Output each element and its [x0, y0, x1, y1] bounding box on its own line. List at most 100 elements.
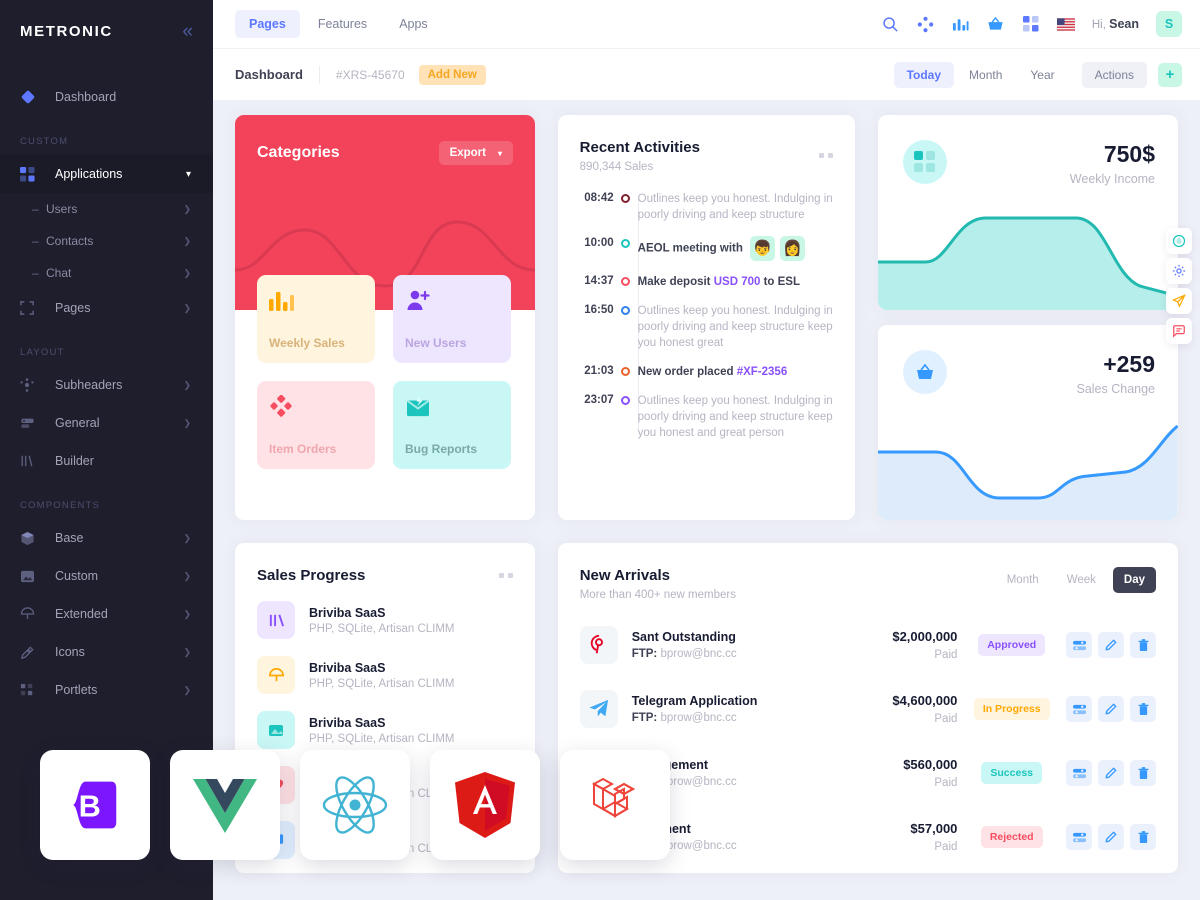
edit-icon[interactable] [1098, 696, 1124, 722]
sidebar-label: Users [46, 202, 78, 216]
sidebar-section-components: COMPONENTS [20, 500, 101, 511]
range-day[interactable]: Day [1112, 567, 1156, 593]
add-new-button[interactable]: Add New [418, 64, 486, 85]
tile-item-orders[interactable]: Item Orders [257, 381, 375, 469]
list-item[interactable]: Briviba SaaS PHP, SQLite, Artisan CLIMM [257, 601, 513, 639]
filter-month[interactable]: Month [956, 62, 1015, 88]
edit-icon[interactable] [1098, 632, 1124, 658]
sidebar-section-layout: LAYOUT [20, 347, 65, 358]
actions-button[interactable]: Actions [1081, 61, 1147, 88]
activity-item[interactable]: 21:03 New order placed #XF-2356 [580, 364, 834, 380]
row-actions [1066, 824, 1156, 850]
framework-card-react[interactable] [300, 750, 410, 860]
framework-card-vue[interactable] [170, 750, 280, 860]
framework-card-angular[interactable] [430, 750, 540, 860]
sidebar-item-custom[interactable]: Custom ❯ [0, 557, 213, 595]
settings-icon[interactable] [1066, 760, 1092, 786]
list-item[interactable]: Briviba SaaS PHP, SQLite, Artisan CLIMM [257, 711, 513, 749]
subheader-filters: Today Month Year Actions + [893, 61, 1182, 88]
tile-new-users[interactable]: New Users [393, 275, 511, 363]
activity-marker [614, 274, 638, 290]
delete-icon[interactable] [1130, 632, 1156, 658]
droplet-icon[interactable] [1166, 228, 1192, 254]
delete-icon[interactable] [1130, 760, 1156, 786]
framework-card-laravel[interactable] [560, 750, 670, 860]
settings-icon[interactable] [1066, 824, 1092, 850]
activity-link[interactable]: #XF-2356 [737, 366, 788, 378]
stat-value: +259 [1103, 351, 1156, 377]
table-row[interactable]: Telegram Application FTP: bprow@bnc.cc $… [579, 677, 1156, 741]
tile-label: Weekly Sales [269, 336, 345, 350]
edit-icon[interactable] [1098, 760, 1124, 786]
activity-marker [614, 303, 638, 351]
sidebar-item-dashboard[interactable]: Dashboard [0, 78, 213, 116]
sidebar-item-subheaders[interactable]: Subheaders ❯ [0, 366, 213, 404]
react-logo [322, 776, 388, 834]
activity-link[interactable]: USD 700 [714, 276, 761, 288]
chat-bubble-icon[interactable] [1166, 318, 1192, 344]
list-item[interactable]: Briviba SaaS PHP, SQLite, Artisan CLIMM [257, 656, 513, 694]
table-row[interactable]: Sant Outstanding FTP: bprow@bnc.cc $2,00… [579, 613, 1156, 677]
sidebar-label: Portlets [55, 683, 98, 697]
row-info: Sant Outstanding FTP: bprow@bnc.cc [632, 630, 829, 660]
status-badge: Rejected [980, 826, 1043, 848]
sidebar-collapse-icon[interactable]: « [182, 22, 193, 41]
sidebar-label: Pages [55, 301, 91, 315]
activity-item[interactable]: 08:42 Outlines keep you honest. Indulgin… [580, 191, 834, 223]
tile-bug-reports[interactable]: Bug Reports [393, 381, 511, 469]
activity-item[interactable]: 10:00 AEOL meeting with 👦 👩 [580, 236, 834, 261]
dots-icon[interactable] [819, 153, 834, 158]
edit-icon[interactable] [1098, 824, 1124, 850]
delete-icon[interactable] [1130, 824, 1156, 850]
tile-weekly-sales[interactable]: Weekly Sales [257, 275, 375, 363]
settings-icon[interactable] [1066, 696, 1092, 722]
gear-icon[interactable] [1166, 258, 1192, 284]
activity-item[interactable]: 14:37 Make deposit USD 700 to ESL [580, 274, 834, 290]
sidebar-nav: Dashboard CUSTOM Applications ▾ – Users … [0, 62, 213, 709]
export-button[interactable]: Export ▾ [438, 141, 513, 165]
range-week[interactable]: Week [1056, 567, 1107, 593]
sidebar-item-builder[interactable]: Builder [0, 442, 213, 480]
tab-features[interactable]: Features [304, 10, 381, 38]
sidebar-item-base[interactable]: Base ❯ [0, 519, 213, 557]
sidebar-item-chat[interactable]: – Chat ❯ [0, 257, 213, 289]
activity-text: Outlines keep you honest. Indulging in p… [637, 395, 833, 439]
filter-today[interactable]: Today [893, 61, 955, 88]
search-icon[interactable] [882, 15, 900, 33]
sidebar-item-portlets[interactable]: Portlets ❯ [0, 671, 213, 709]
sidebar-item-icons[interactable]: Icons ❯ [0, 633, 213, 671]
dots-icon[interactable] [498, 573, 513, 578]
row-ftp: FTP: bprow@bnc.cc [632, 648, 829, 660]
send-icon[interactable] [1166, 288, 1192, 314]
settings-icon[interactable] [1066, 632, 1092, 658]
avatar[interactable]: S [1156, 11, 1182, 37]
tab-apps[interactable]: Apps [385, 10, 442, 38]
sidebar-item-pages[interactable]: Pages ❯ [0, 289, 213, 327]
image-icon [20, 567, 42, 585]
sidebar-item-contacts[interactable]: – Contacts ❯ [0, 225, 213, 257]
bar-chart-icon[interactable] [952, 15, 970, 33]
sidebar-item-extended[interactable]: Extended ❯ [0, 595, 213, 633]
grid-icon[interactable] [1022, 15, 1040, 33]
activity-item[interactable]: 16:50 Outlines keep you honest. Indulgin… [580, 303, 834, 351]
row-name: Sant Outstanding [631, 630, 736, 644]
plus-icon[interactable]: + [1158, 62, 1182, 87]
sidebar-item-applications[interactable]: Applications ▾ [0, 155, 213, 193]
shapes-icon[interactable] [917, 15, 935, 33]
basket-icon[interactable] [987, 15, 1005, 33]
dash-icon: – [32, 202, 39, 216]
activities-timeline: 08:42 Outlines keep you honest. Indulgin… [580, 191, 834, 441]
row-ftp-value: bprow@bnc.cc [660, 712, 737, 724]
sidebar-item-general[interactable]: General ❯ [0, 404, 213, 442]
framework-card-bootstrap[interactable]: B [40, 750, 150, 860]
activity-time: 21:03 [584, 365, 614, 377]
chevron-right-icon: ❯ [183, 302, 191, 313]
filter-year[interactable]: Year [1017, 62, 1067, 88]
activity-item[interactable]: 23:07 Outlines keep you honest. Indulgin… [580, 393, 834, 441]
sidebar-item-users[interactable]: – Users ❯ [0, 193, 213, 225]
dash-icon: – [32, 234, 39, 248]
tab-pages[interactable]: Pages [235, 10, 300, 38]
range-month[interactable]: Month [996, 567, 1050, 593]
flag-us-icon[interactable] [1056, 15, 1075, 33]
delete-icon[interactable] [1130, 696, 1156, 722]
